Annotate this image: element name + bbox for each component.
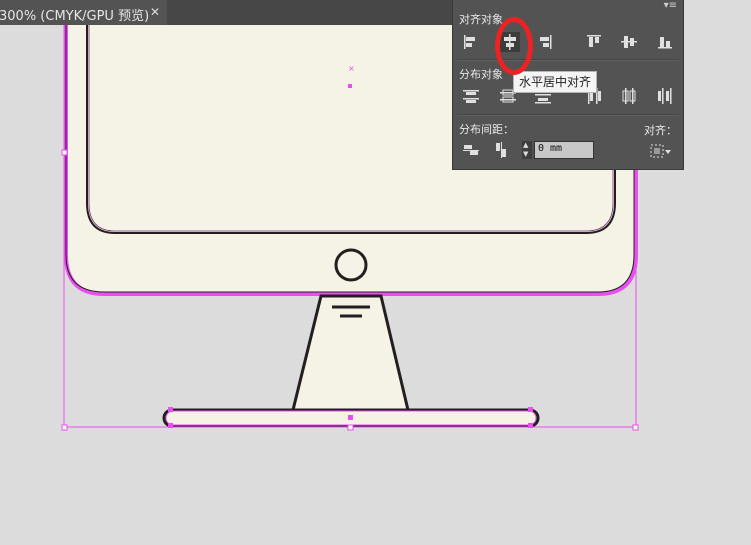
align-to-title: 对齐：	[644, 124, 677, 137]
vertical-align-top-button[interactable]	[584, 32, 604, 52]
align-to-selection-dropdown[interactable]	[649, 143, 673, 159]
align-objects-title: 对齐对象	[459, 13, 503, 26]
document-tab-title: 300% (CMYK/GPU 预览)	[0, 9, 150, 24]
stepper-down-icon[interactable]: ▼	[523, 151, 528, 158]
distribute-hspace-icon	[496, 142, 506, 158]
tooltip: 水平居中对齐	[513, 71, 598, 93]
document-tab[interactable]: 300% (CMYK/GPU 预览) ✕	[0, 0, 167, 25]
vertical-distribute-space-button[interactable]	[461, 140, 481, 160]
panel-menu-icon[interactable]: ▾≡	[664, 0, 677, 11]
monitor-stand	[291, 294, 410, 412]
panel-divider	[457, 59, 679, 61]
align-left-icon	[464, 35, 475, 49]
distribute-spacing-title: 分布间距：	[459, 123, 514, 136]
distribute-top-icon	[463, 90, 479, 103]
home-button-shape	[334, 248, 368, 282]
distribute-vspace-icon	[463, 145, 479, 155]
vertical-align-center-button[interactable]	[619, 32, 639, 52]
align-top-icon	[587, 35, 601, 47]
spacing-input[interactable]: 0 mm	[534, 141, 594, 159]
distribute-objects-title: 分布对象	[459, 68, 503, 81]
align-vcenter-icon	[621, 36, 637, 48]
align-right-icon	[540, 35, 552, 49]
horizontal-distribute-space-button[interactable]	[491, 140, 511, 160]
red-annotation-circle	[495, 17, 533, 75]
distribute-right-icon	[658, 88, 672, 104]
spacing-stepper[interactable]: ▲ ▼	[522, 141, 532, 159]
align-to-selection-icon	[650, 144, 671, 158]
vertical-distribute-top-button[interactable]	[461, 86, 481, 106]
stepper-up-icon[interactable]: ▲	[523, 142, 528, 149]
tab-bar-background	[167, 0, 453, 25]
close-icon[interactable]: ✕	[150, 5, 160, 19]
align-bottom-icon	[658, 37, 672, 49]
horizontal-distribute-right-button[interactable]	[654, 86, 674, 106]
horizontal-align-right-button[interactable]	[535, 32, 555, 52]
horizontal-align-left-button[interactable]	[461, 32, 481, 52]
vertical-align-bottom-button[interactable]	[655, 32, 675, 52]
panel-divider	[457, 114, 679, 116]
horizontal-distribute-center-button[interactable]	[619, 86, 639, 106]
distribute-hcenter-icon	[622, 88, 636, 104]
svg-text:×: ×	[348, 64, 355, 73]
